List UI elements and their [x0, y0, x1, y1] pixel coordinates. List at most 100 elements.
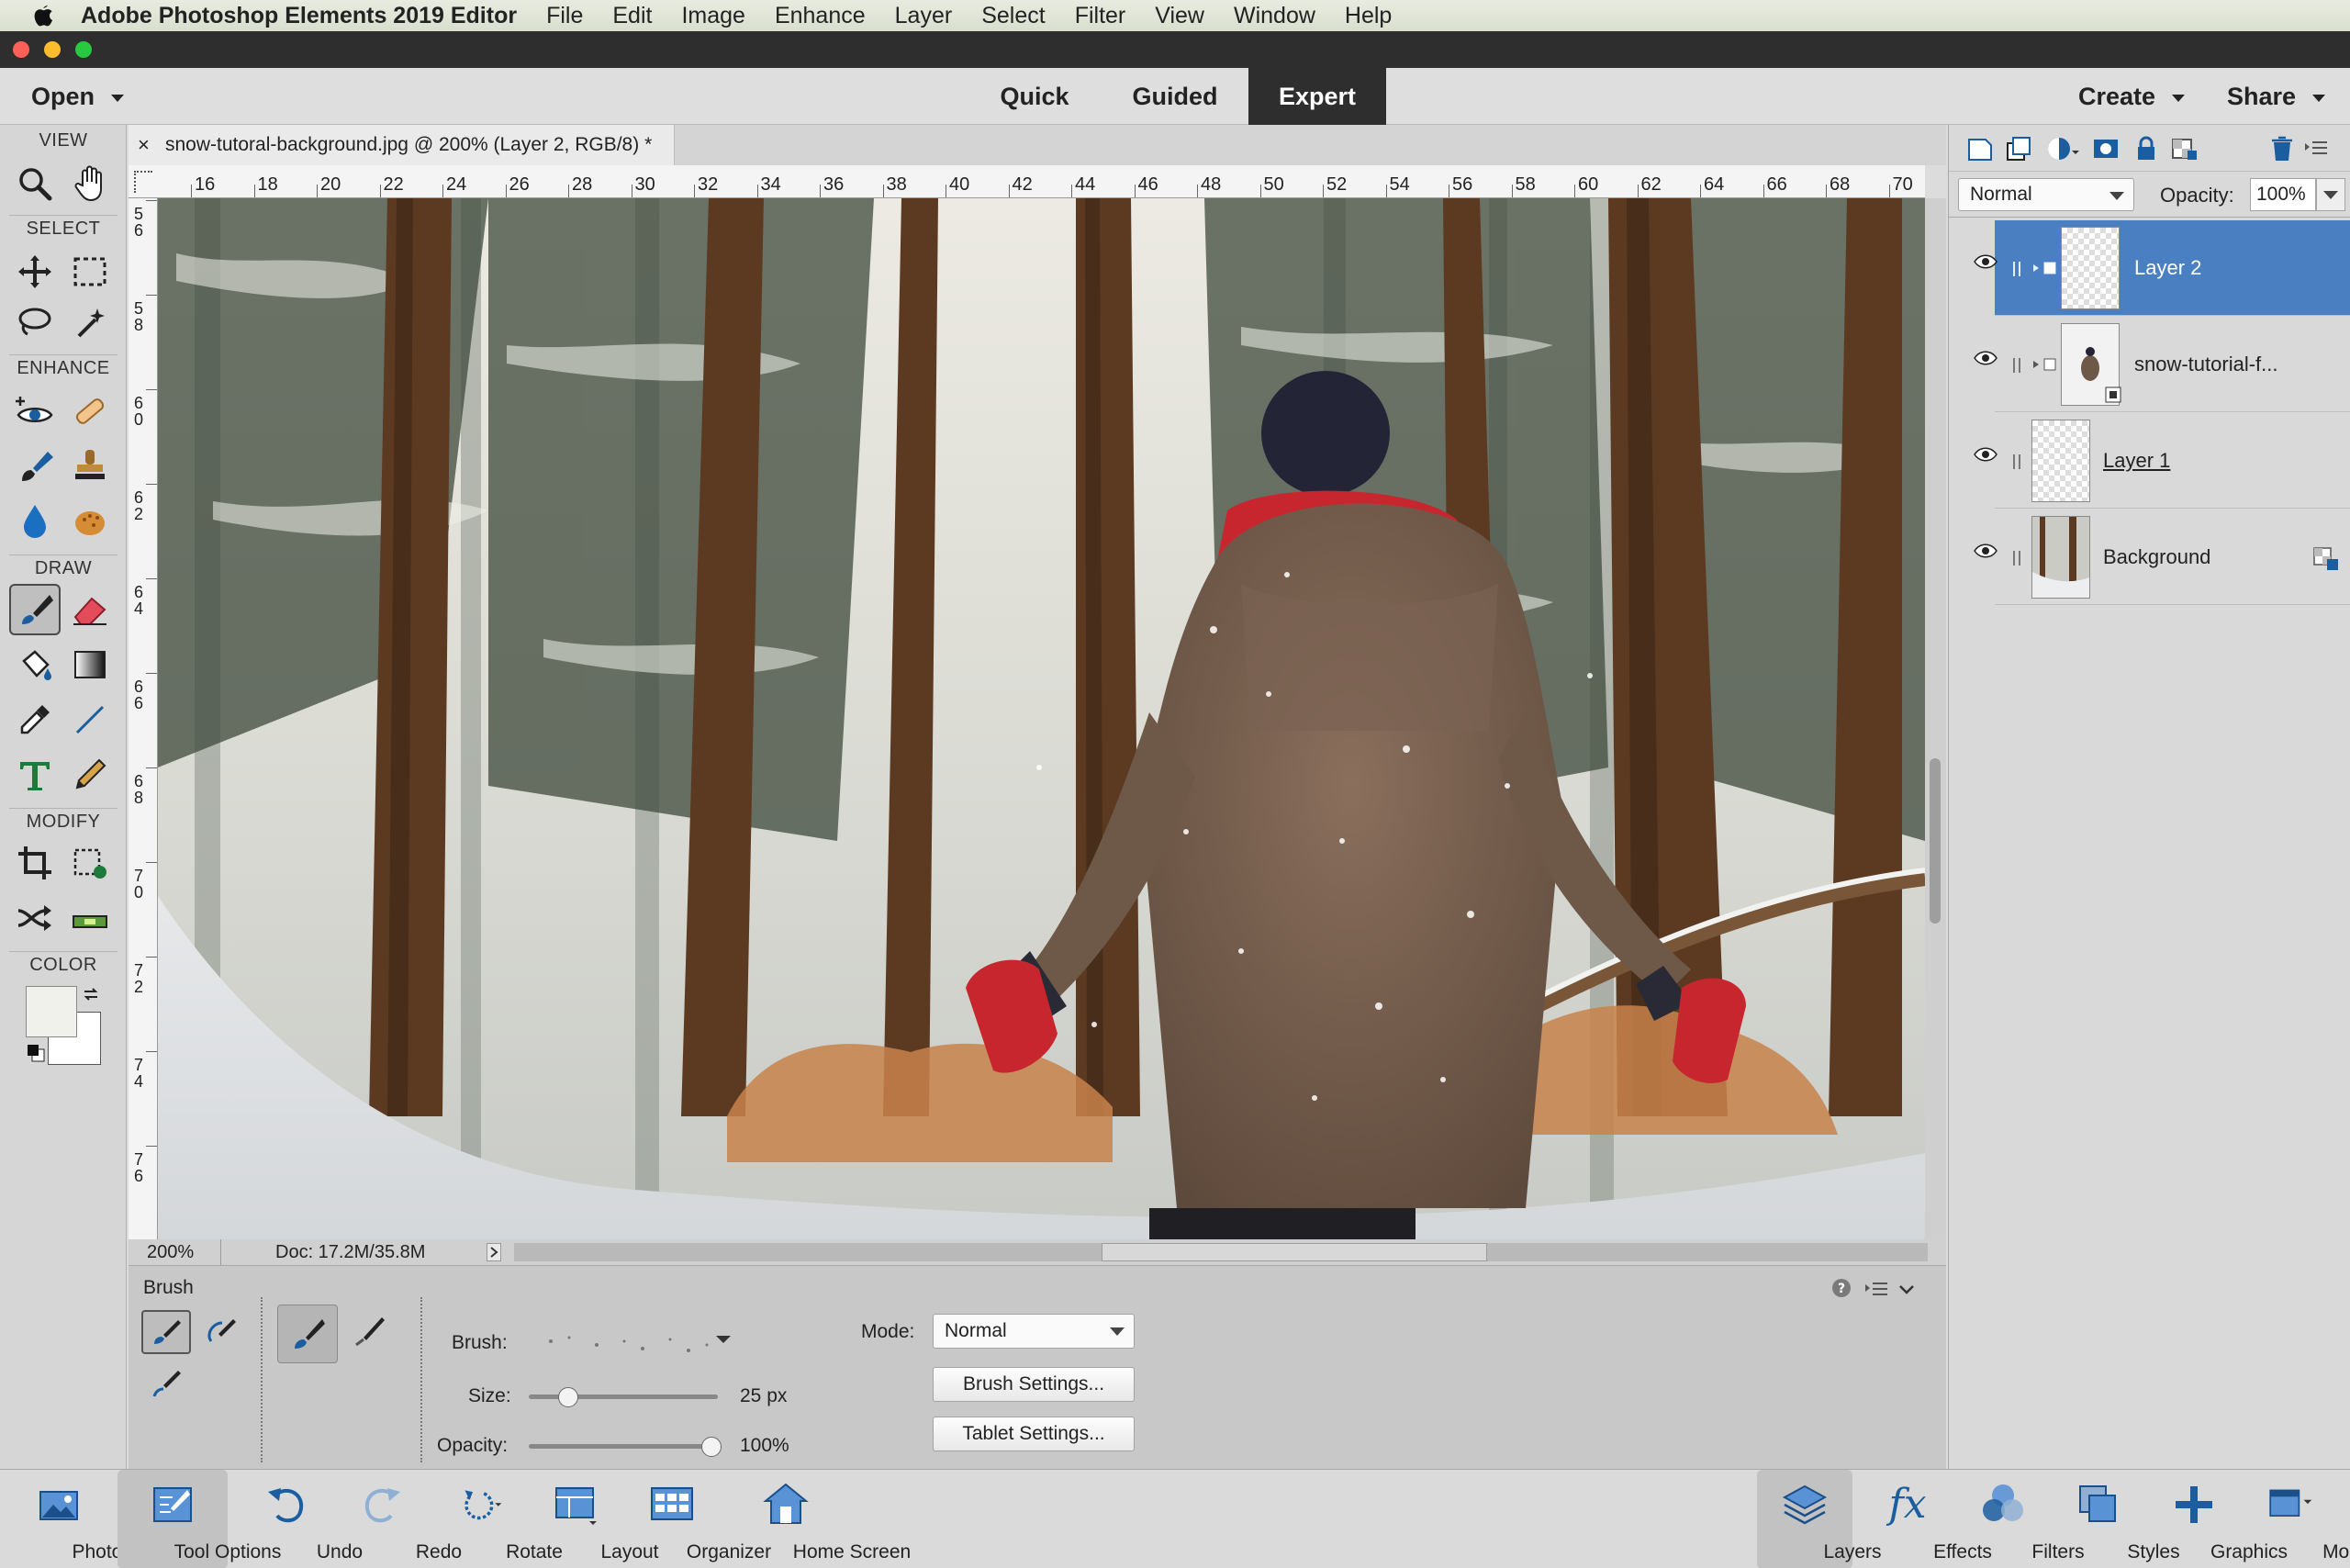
layer-opacity-input[interactable]: 100% — [2250, 178, 2316, 211]
lock-transparent-icon[interactable] — [2169, 134, 2200, 163]
opacity-slider-track[interactable] — [529, 1444, 718, 1449]
layer-row-background[interactable]: Background — [1995, 510, 2350, 605]
menu-view[interactable]: View — [1155, 3, 1204, 29]
horizontal-scrollbar[interactable] — [514, 1243, 1928, 1261]
link-icon[interactable] — [2008, 355, 2026, 375]
minimize-window-button[interactable] — [44, 41, 61, 58]
link-icon[interactable] — [2008, 259, 2026, 279]
gradient-tool[interactable] — [64, 639, 116, 690]
crop-tool[interactable] — [9, 837, 61, 889]
paint-bucket-tool[interactable] — [9, 639, 61, 690]
brush-settings-button[interactable]: Brush Settings... — [933, 1367, 1135, 1402]
layout-button[interactable]: Layout — [520, 1470, 659, 1568]
layer-name[interactable]: Layer 1 — [2103, 413, 2170, 509]
straighten-tool[interactable] — [64, 892, 116, 944]
link-icon[interactable] — [2008, 452, 2026, 472]
eyedropper-tool[interactable] — [9, 694, 61, 745]
lasso-tool[interactable] — [9, 297, 61, 349]
rectangular-marquee-tool[interactable] — [64, 246, 116, 297]
image-canvas[interactable] — [158, 198, 1925, 1239]
menu-select[interactable]: Select — [981, 3, 1045, 29]
menu-window[interactable]: Window — [1234, 3, 1315, 29]
smart-brush-tool[interactable] — [9, 441, 61, 492]
layer-name[interactable]: Layer 2 — [2134, 220, 2201, 316]
eye-icon[interactable] — [1974, 350, 1998, 366]
menu-edit[interactable]: Edit — [612, 3, 652, 29]
trash-icon[interactable] — [2268, 134, 2296, 163]
sponge-tool[interactable] — [64, 496, 116, 547]
menu-enhance[interactable]: Enhance — [775, 3, 866, 29]
apple-logo-icon[interactable] — [28, 0, 59, 31]
brush-preset-picker[interactable] — [532, 1317, 734, 1363]
quick-selection-tool[interactable] — [64, 297, 116, 349]
new-group-icon[interactable] — [2004, 134, 2035, 163]
layer-opacity-dropdown[interactable] — [2316, 178, 2345, 211]
healing-brush-tool[interactable] — [64, 386, 116, 437]
eye-icon[interactable] — [1974, 543, 1998, 559]
layer-name[interactable]: snow-tutorial-f... — [2134, 317, 2278, 412]
panel-menu-icon[interactable] — [1863, 1279, 1889, 1299]
menu-image[interactable]: Image — [681, 3, 744, 29]
menu-help[interactable]: Help — [1345, 3, 1392, 29]
blend-mode-select[interactable]: Normal — [1958, 178, 2134, 211]
zoom-window-button[interactable] — [75, 41, 92, 58]
tab-quick[interactable]: Quick — [980, 68, 1089, 125]
tablet-settings-button[interactable]: Tablet Settings... — [933, 1417, 1135, 1451]
help-icon[interactable]: ? — [1830, 1277, 1852, 1299]
content-aware-move-tool[interactable] — [9, 892, 61, 944]
adjustment-layer-icon[interactable] — [2044, 134, 2081, 163]
tab-expert[interactable]: Expert — [1248, 68, 1386, 125]
menu-layer[interactable]: Layer — [895, 3, 953, 29]
brush-tool[interactable] — [9, 584, 61, 635]
photo-bin-button[interactable]: Photo Bin — [4, 1470, 156, 1568]
rotate-button[interactable]: Rotate — [424, 1470, 563, 1568]
open-button[interactable]: Open — [31, 68, 125, 125]
foreground-color-swatch[interactable] — [26, 986, 77, 1037]
layer-row-layer-1[interactable]: Layer 1 — [1995, 413, 2350, 509]
create-button[interactable]: Create — [2078, 68, 2186, 125]
size-value[interactable]: 25 px — [740, 1385, 787, 1407]
undo-button[interactable]: Undo — [229, 1470, 363, 1568]
panel-menu-icon[interactable] — [2303, 136, 2329, 162]
layer-row-snow-tutorial[interactable]: snow-tutorial-f... — [1995, 317, 2350, 412]
home-screen-button[interactable]: Home Screen — [720, 1470, 911, 1568]
layer-name[interactable]: Background — [2103, 510, 2210, 605]
eye-icon[interactable] — [1974, 253, 1998, 270]
default-colors-icon[interactable] — [26, 1043, 46, 1063]
blur-tool[interactable] — [9, 496, 61, 547]
zoom-tool[interactable] — [9, 158, 61, 209]
menu-file[interactable]: File — [546, 3, 583, 29]
close-document-icon[interactable]: × — [138, 125, 150, 165]
move-tool[interactable] — [9, 246, 61, 297]
opacity-value[interactable]: 100% — [740, 1435, 789, 1457]
eye-icon[interactable] — [1974, 446, 1998, 463]
size-slider-track[interactable] — [529, 1394, 718, 1399]
size-slider-knob[interactable] — [558, 1387, 578, 1407]
new-layer-icon[interactable] — [1964, 134, 1995, 163]
brush-type-button[interactable] — [277, 1305, 338, 1363]
app-name[interactable]: Adobe Photoshop Elements 2019 Editor — [81, 3, 517, 29]
hand-tool[interactable] — [64, 158, 116, 209]
layer-row-layer-2[interactable]: Layer 2 — [1995, 220, 2350, 316]
pencil-tool[interactable] — [64, 749, 116, 801]
vertical-scrollbar[interactable] — [1925, 198, 1946, 1239]
line-tool[interactable] — [64, 694, 116, 745]
tab-guided[interactable]: Guided — [1111, 68, 1239, 125]
red-eye-tool[interactable] — [9, 386, 61, 437]
collapse-panel-icon[interactable] — [1897, 1279, 1917, 1299]
brush-mode-button[interactable] — [141, 1310, 191, 1354]
opacity-slider-knob[interactable] — [701, 1437, 722, 1457]
document-tab[interactable]: × snow-tutoral-background.jpg @ 200% (La… — [129, 125, 675, 165]
tool-options-button[interactable]: Tool Options — [118, 1470, 281, 1568]
more-button[interactable]: More — [2234, 1470, 2350, 1568]
color-replacement-button[interactable] — [147, 1365, 187, 1406]
share-button[interactable]: Share — [2227, 68, 2326, 125]
filters-button[interactable]: Filters — [1948, 1470, 2085, 1568]
styles-button[interactable]: Styles — [2043, 1470, 2180, 1568]
airbrush-button[interactable] — [351, 1314, 391, 1354]
recompose-tool[interactable] — [64, 837, 116, 889]
eraser-tool[interactable] — [64, 584, 116, 635]
swap-colors-icon[interactable] — [81, 984, 101, 1004]
close-window-button[interactable] — [13, 41, 29, 58]
mode-select[interactable]: Normal — [933, 1314, 1135, 1349]
